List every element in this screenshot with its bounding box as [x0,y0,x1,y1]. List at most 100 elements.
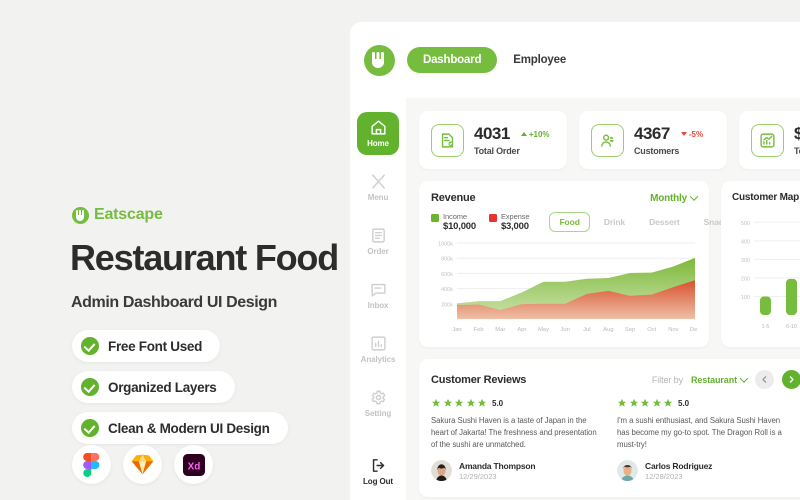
message-icon [370,283,386,297]
sidebar-item-label: Menu [367,193,389,202]
chip-drink[interactable]: Drink [594,212,635,232]
star-icon [663,398,673,407]
filter-dropdown[interactable]: Restaurant [691,373,749,385]
dashboard-window: Dashboard Employee Home Menu Order Inbox… [350,22,800,500]
avatar [617,460,638,482]
reviews-header: Customer Reviews Filter by Restaurant [431,370,800,389]
review-item: 5.0 Sakura Sushi Haven is a taste of Jap… [431,398,603,482]
svg-text:Mar: Mar [495,327,505,333]
tab-employee[interactable]: Employee [503,47,576,73]
svg-text:100: 100 [741,295,750,301]
customer-map-card: Customer Map 1002003004005001-56-1011-15 [721,181,800,347]
nav-tabs: Dashboard Employee [407,47,576,73]
arrow-right-icon [789,376,794,383]
dashboard-topbar: Dashboard Employee [350,22,800,98]
svg-text:Feb: Feb [474,327,484,333]
review-text: I'm a sushi enthusiast, and Sakura Sushi… [617,416,782,450]
sidebar-item-setting[interactable]: Setting [357,382,399,425]
stat-card-total-earnings: $10,2 Total Earni [739,111,800,169]
svg-text:300: 300 [741,258,750,264]
category-filter-chips: Food Drink Dessert Snack [549,212,738,232]
sidebar-item-order[interactable]: Order [357,220,399,263]
chip-food[interactable]: Food [549,212,590,232]
arrow-up-icon [520,132,527,136]
dashboard-content: Home Menu Order Inbox Analytics Setting … [350,98,800,500]
feature-badge: Clean & Modern UI Design [72,412,288,444]
sidebar-item-label: Inbox [367,301,389,310]
check-circle-icon [81,419,99,437]
adobe-xd-icon: Xd [174,445,213,484]
revenue-card: Revenue Monthly Income $10,000 Expense $… [419,181,728,347]
figma-icon [72,445,111,484]
rating-row: 5.0 [431,398,603,408]
stat-value: $10,2 [794,124,800,143]
stat-label: Total Earni [794,146,800,156]
svg-text:Jun: Jun [561,327,570,333]
reviewer-date: 12/29/2023 [459,471,497,481]
chip-dessert[interactable]: Dessert [639,212,690,232]
stat-label: Customers [634,146,680,156]
revenue-title: Revenue [431,192,476,204]
stat-delta: +10% [520,130,550,139]
eatscape-logo-icon [364,44,395,76]
chevron-down-icon [689,192,699,201]
tab-dashboard[interactable]: Dashboard [407,47,498,73]
svg-text:800k: 800k [441,257,453,263]
prev-review-button[interactable] [755,370,774,389]
legend-amount: $3,000 [500,221,529,232]
feature-badge: Organized Layers [72,371,235,403]
legend-label: Income [443,212,467,221]
legend-filter-row: Income $10,000 Expense $3,000 Food Drink… [431,212,728,232]
legend-swatch [431,214,439,222]
svg-text:Aug: Aug [603,327,613,333]
sidebar-item-label: Order [367,247,389,256]
svg-text:Jul: Jul [583,327,590,333]
main-column: 4031 +10% Total Order 4367 -5% Customers… [406,98,800,500]
revenue-header: Revenue Monthly [431,192,699,204]
arrow-down-icon [680,132,687,136]
sidebar-item-logout[interactable]: Log Out [363,457,393,486]
svg-text:6-10: 6-10 [786,324,797,330]
reviewer-row: Carlos Rodriguez 12/28/2023 [617,460,789,482]
legend-item-expense: Expense $3,000 [488,212,530,232]
sidebar-item-label: Log Out [363,477,393,486]
sidebar-item-label: Analytics [360,355,396,364]
revenue-chart-svg: 200k 400k 600k 800k 1000k Jan Feb Mar Apr May Jun J… [438,242,700,334]
star-icon [640,398,650,407]
period-value: Monthly [650,192,687,204]
reviewer-name: Carlos Rodriguez [645,460,713,471]
stat-card-customers: 4367 -5% Customers [579,111,727,169]
svg-text:400: 400 [741,239,750,245]
star-rating-icons [431,398,487,408]
svg-text:May: May [538,327,549,333]
sidebar-item-label: Setting [364,409,392,418]
brand-lockup: Eatscape [72,206,163,224]
feature-badge-list: Free Font Used Organized Layers Clean & … [72,330,288,444]
svg-text:600k: 600k [441,272,453,278]
svg-text:Dec: Dec [690,327,697,333]
sidebar-item-menu[interactable]: Menu [357,166,399,209]
review-item: 5.0 I'm a sushi enthusiast, and Sakura S… [617,398,789,482]
feature-badge: Free Font Used [72,330,221,362]
reviews-title: Customer Reviews [431,373,527,386]
stat-delta-text: -5% [688,129,704,139]
customer-reviews-card: Customer Reviews Filter by Restaurant 5.… [419,359,800,497]
period-dropdown[interactable]: Monthly [650,192,699,204]
sidebar-item-home[interactable]: Home [357,112,399,155]
svg-text:500: 500 [741,221,750,227]
sketch-icon [123,445,162,484]
next-review-button[interactable] [782,370,800,389]
sidebar-item-inbox[interactable]: Inbox [357,274,399,317]
page-title: Restaurant Food [70,237,339,278]
mid-row: Revenue Monthly Income $10,000 Expense $… [419,181,800,347]
customer-map-bar-chart: 1002003004005001-56-1011-15 [741,221,800,330]
check-circle-icon [81,378,99,396]
gear-icon [370,390,386,405]
bar-chart-icon [370,336,386,351]
earnings-chart-icon [751,123,784,157]
rating-value: 5.0 [678,398,690,408]
rating-row: 5.0 [617,398,789,408]
svg-text:Xd: Xd [187,461,200,472]
legend-label: Expense [500,212,530,221]
sidebar-item-analytics[interactable]: Analytics [357,328,399,371]
